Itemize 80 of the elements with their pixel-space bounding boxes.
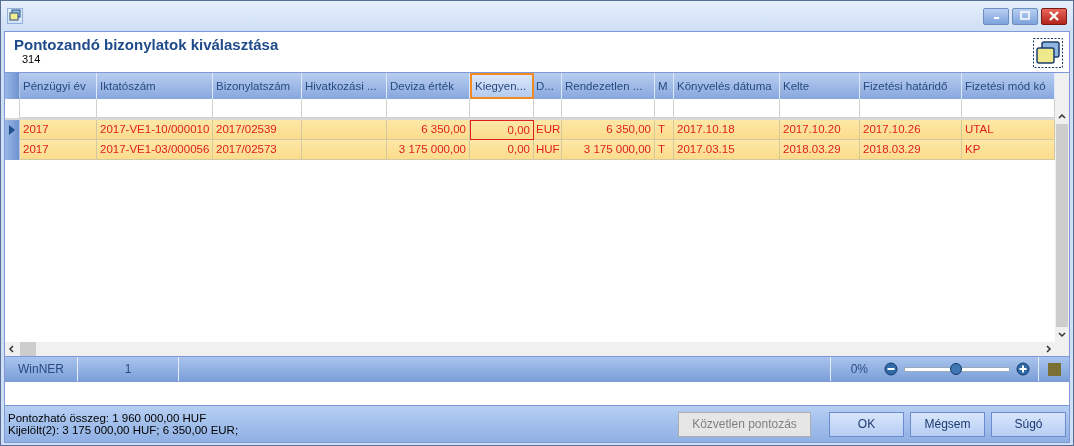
table-cell: 2017.10.20 bbox=[780, 120, 860, 140]
close-icon bbox=[1048, 10, 1060, 22]
column-header[interactable]: Iktatószám bbox=[97, 73, 213, 99]
row-header-corner bbox=[5, 73, 20, 99]
scroll-thumb[interactable] bbox=[1056, 124, 1068, 327]
table-cell: T bbox=[655, 140, 674, 160]
summary-text: Pontozható összeg: 1 960 000,00 HUF bbox=[8, 412, 208, 424]
table-cell: KP bbox=[962, 140, 1055, 160]
table-cell: 2017 bbox=[20, 120, 97, 140]
filter-field[interactable] bbox=[860, 99, 962, 118]
window-icon bbox=[7, 8, 23, 24]
zoom-slider[interactable] bbox=[904, 366, 1010, 372]
filter-field[interactable] bbox=[213, 99, 302, 118]
table-cell: 2017.10.26 bbox=[860, 120, 962, 140]
table-cell: HUF bbox=[534, 140, 562, 160]
table-cell: 2017.03.15 bbox=[674, 140, 780, 160]
horizontal-scrollbar[interactable] bbox=[5, 342, 1055, 356]
table-cell: 2018.03.29 bbox=[860, 140, 962, 160]
zoom-percent: 0% bbox=[850, 362, 868, 376]
dialog-button[interactable]: OK bbox=[829, 411, 904, 437]
summary-text: Kijelölt(2): 3 175 000,00 HUF; 6 350,00 EUR; bbox=[8, 424, 239, 436]
column-header[interactable]: Bizonylatszám bbox=[213, 73, 302, 99]
scroll-left-icon[interactable] bbox=[8, 345, 16, 353]
table-cell: EUR bbox=[534, 120, 562, 140]
column-header[interactable]: Fizetési mód kó bbox=[962, 73, 1055, 99]
filter-field[interactable] bbox=[387, 99, 470, 118]
column-header[interactable]: Deviza érték bbox=[387, 73, 470, 99]
filter-field[interactable] bbox=[534, 99, 562, 118]
table-cell: 2017/02539 bbox=[213, 120, 302, 140]
table-cell: 6 350,00 bbox=[387, 120, 470, 140]
windows-icon[interactable] bbox=[1033, 38, 1063, 68]
table-cell: 2017-VE1-03/000056 bbox=[97, 140, 213, 160]
filter-field[interactable] bbox=[780, 99, 860, 118]
dialog-title: Pontozandó bizonylatok kiválasztása bbox=[14, 36, 279, 53]
table-cell: 2017-VE1-10/000010 bbox=[97, 120, 213, 140]
scroll-thumb[interactable] bbox=[20, 342, 36, 356]
account-number: 314 bbox=[21, 53, 42, 65]
dialog-button[interactable]: Mégsem bbox=[910, 411, 985, 437]
column-header[interactable]: Könyvelés dátuma bbox=[674, 73, 780, 99]
zoom-in-icon[interactable] bbox=[1016, 362, 1030, 376]
scroll-up-icon[interactable] bbox=[1058, 113, 1066, 121]
table-cell: 2017.10.18 bbox=[674, 120, 780, 140]
filter-field[interactable] bbox=[562, 99, 655, 118]
table-cell: 0,00 bbox=[470, 140, 534, 160]
table-cell: 2018.03.29 bbox=[780, 140, 860, 160]
table-cell: 6 350,00 bbox=[562, 120, 655, 140]
vertical-scrollbar[interactable] bbox=[1055, 73, 1069, 356]
column-header[interactable]: Kiegyen... bbox=[470, 73, 534, 99]
filter-field[interactable] bbox=[470, 99, 534, 118]
filter-field[interactable] bbox=[674, 99, 780, 118]
close-button[interactable] bbox=[1041, 7, 1067, 25]
row-indicator[interactable] bbox=[5, 120, 20, 140]
status-panel: 1 bbox=[78, 357, 179, 381]
table-cell: T bbox=[655, 120, 674, 140]
scroll-down-icon[interactable] bbox=[1058, 330, 1066, 338]
table-cell: 2017 bbox=[20, 140, 97, 160]
filter-field[interactable] bbox=[655, 99, 674, 118]
column-header[interactable]: D... bbox=[534, 73, 562, 99]
column-header[interactable]: M bbox=[655, 73, 674, 99]
color-swatch[interactable] bbox=[1047, 362, 1061, 376]
scroll-right-icon[interactable] bbox=[1044, 345, 1052, 353]
column-header[interactable]: Kelte bbox=[780, 73, 860, 99]
table-cell: 0,00 bbox=[470, 120, 534, 140]
maximize-icon bbox=[1020, 11, 1030, 21]
table-cell: UTAL bbox=[962, 120, 1055, 140]
status-panel: WinNER bbox=[5, 357, 78, 381]
dialog-button[interactable]: Súgó bbox=[991, 411, 1066, 437]
table-cell: 3 175 000,00 bbox=[562, 140, 655, 160]
column-header[interactable]: Pénzügyi év bbox=[20, 73, 97, 99]
table-cell: 3 175 000,00 bbox=[387, 140, 470, 160]
table-cell: 2017/02573 bbox=[213, 140, 302, 160]
filter-field[interactable] bbox=[20, 99, 97, 118]
minimize-button[interactable] bbox=[983, 7, 1009, 25]
column-header[interactable]: Fizetési határidő bbox=[860, 73, 962, 99]
column-header[interactable]: Rendezetlen ... bbox=[562, 73, 655, 99]
zoom-out-icon[interactable] bbox=[884, 362, 898, 376]
column-header[interactable]: Hivatkozási ... bbox=[302, 73, 387, 99]
filter-field[interactable] bbox=[97, 99, 213, 118]
filter-field[interactable] bbox=[302, 99, 387, 118]
current-row-icon bbox=[9, 125, 15, 135]
